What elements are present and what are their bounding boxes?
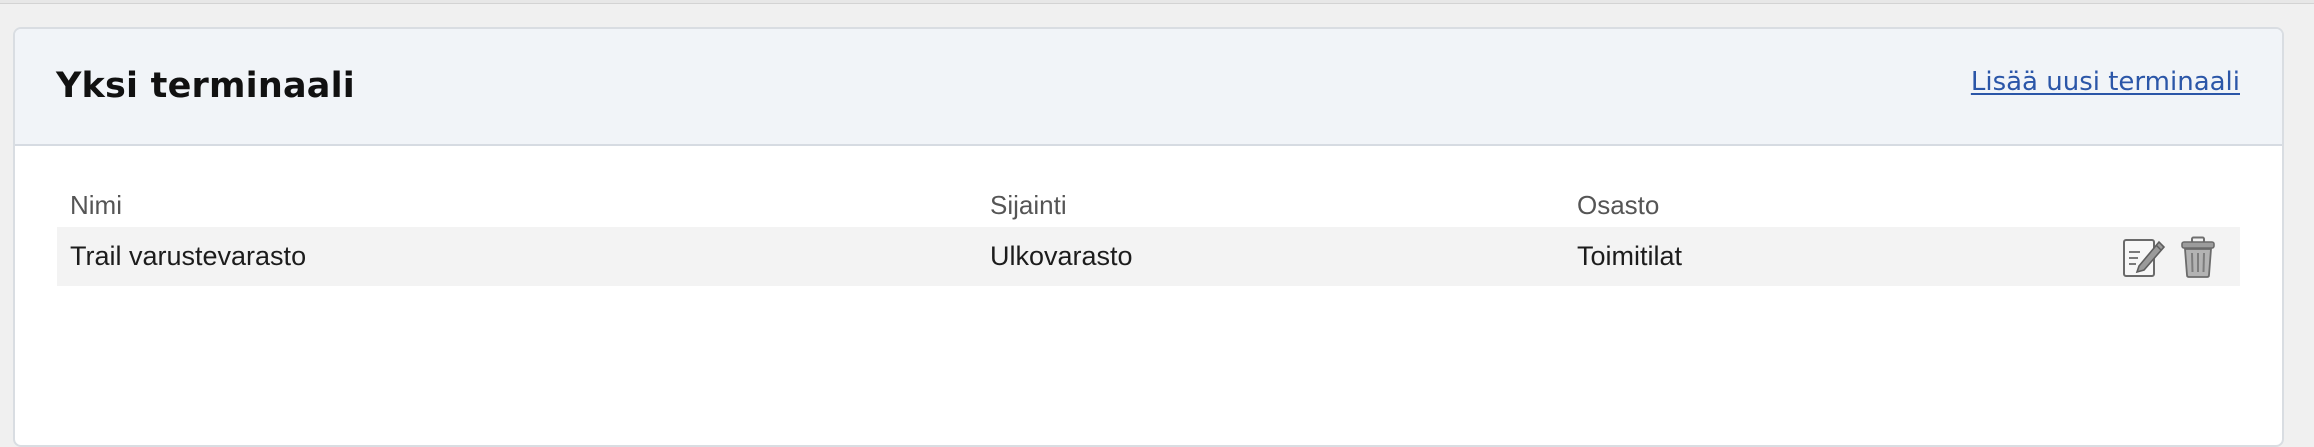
- cell-osasto: Toimitilat: [1577, 241, 1683, 271]
- column-header-osasto: Osasto: [1577, 190, 1660, 220]
- page-title: Yksi terminaali: [56, 66, 355, 106]
- add-terminal-link[interactable]: Lisää uusi terminaali: [1971, 67, 2240, 97]
- trash-icon[interactable]: [2176, 236, 2220, 278]
- terminals-table: Nimi Sijainti Osasto Trail varustevarast…: [57, 184, 2240, 286]
- cell-sijainti: Ulkovarasto: [990, 241, 1133, 271]
- table-body: Trail varustevarasto Ulkovarasto Toimiti…: [57, 227, 2240, 286]
- edit-icon[interactable]: [2122, 236, 2166, 278]
- column-header-sijainti: Sijainti: [990, 190, 1067, 220]
- table-header: Nimi Sijainti Osasto: [57, 184, 2240, 227]
- row-actions: [2122, 236, 2220, 278]
- table-row: Trail varustevarasto Ulkovarasto Toimiti…: [57, 227, 2240, 286]
- cell-nimi: Trail varustevarasto: [70, 241, 307, 271]
- terminal-panel: Yksi terminaali Lisää uusi terminaali Ni…: [13, 27, 2284, 447]
- window-top-border: [0, 0, 2314, 4]
- column-header-nimi: Nimi: [70, 190, 122, 220]
- panel-header: Yksi terminaali Lisää uusi terminaali: [15, 29, 2282, 146]
